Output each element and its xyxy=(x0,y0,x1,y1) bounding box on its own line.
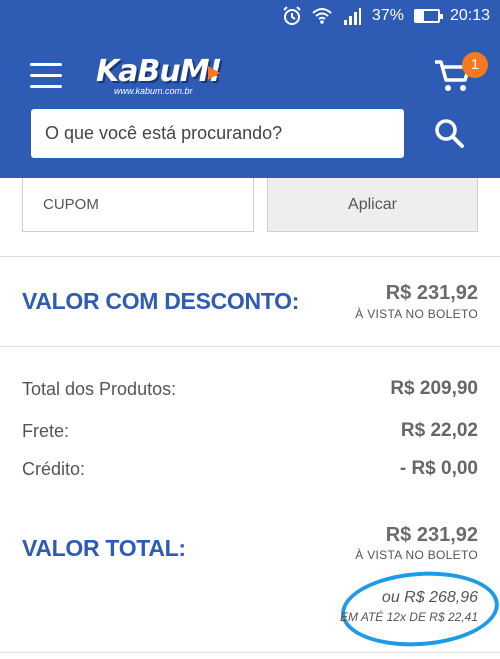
discount-label: VALOR COM DESCONTO: xyxy=(22,288,300,314)
discount-price: R$ 231,92 xyxy=(385,282,478,304)
divider xyxy=(0,256,500,257)
products-total-value: R$ 209,90 xyxy=(390,378,478,399)
signal-icon xyxy=(343,8,361,25)
cart-count-badge: 1 xyxy=(462,52,488,78)
credit-label: Crédito: xyxy=(22,459,86,479)
installment-price: ou R$ 268,96 xyxy=(381,589,478,606)
battery-level xyxy=(415,11,425,21)
status-bar: 37% 20:13 xyxy=(0,0,500,34)
total-price: R$ 231,92 xyxy=(385,524,478,546)
divider xyxy=(0,652,500,653)
search-box xyxy=(31,109,404,158)
logo-text: KaBuM! xyxy=(96,54,222,89)
coupon-input[interactable] xyxy=(43,196,233,213)
total-note: À VISTA NO BOLETO xyxy=(355,548,478,562)
divider xyxy=(0,346,500,347)
shipping-label: Frete: xyxy=(22,421,70,441)
search-input[interactable] xyxy=(45,123,390,144)
clock: 20:13 xyxy=(449,7,490,24)
kabum-logo[interactable]: KaBuM! www.kabum.com.br xyxy=(96,54,222,100)
battery-icon xyxy=(413,9,443,23)
logo-arrow-icon xyxy=(208,66,220,80)
battery-percent: 37% xyxy=(371,7,404,24)
coupon-field-wrapper xyxy=(22,178,254,232)
products-total-label: Total dos Produtos: xyxy=(22,379,177,399)
shipping-value: R$ 22,02 xyxy=(400,420,478,441)
search-icon[interactable] xyxy=(432,116,466,150)
logo-url: www.kabum.com.br xyxy=(114,86,193,96)
discount-note: À VISTA NO BOLETO xyxy=(355,307,478,321)
status-icons: 37% 20:13 xyxy=(282,6,490,26)
credit-value: - R$ 0,00 xyxy=(399,458,478,479)
installment-note: EM ATÉ 12x DE R$ 22,41 xyxy=(339,610,478,624)
total-label: VALOR TOTAL: xyxy=(22,535,186,561)
wifi-icon xyxy=(312,8,332,24)
alarm-icon xyxy=(283,6,301,25)
highlight-circle xyxy=(338,566,500,652)
apply-coupon-button[interactable]: Aplicar xyxy=(267,178,478,232)
menu-icon[interactable] xyxy=(30,63,62,89)
